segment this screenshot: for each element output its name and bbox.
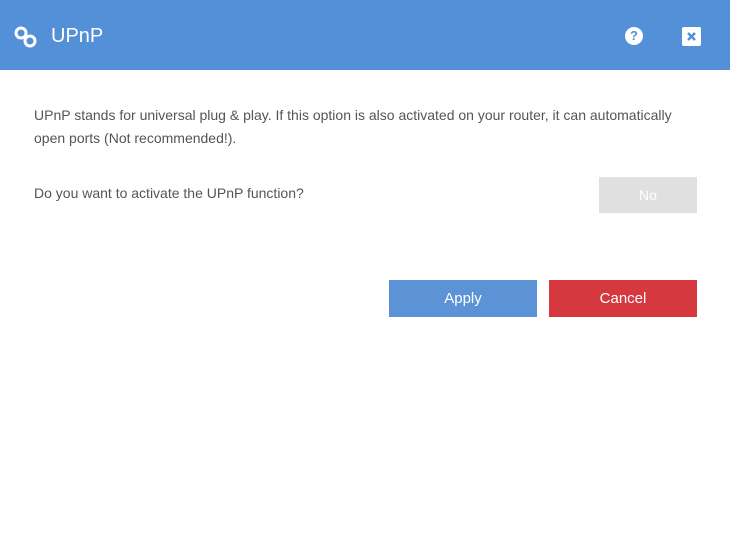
close-icon-glyph — [687, 32, 696, 41]
dialog-title: UPnP — [51, 25, 104, 47]
dialog-header: UPnP ? — [0, 0, 730, 70]
upnp-toggle-button[interactable]: No — [599, 177, 697, 213]
upnp-dialog: UPnP ? UPnP stands for universal plug & … — [0, 0, 730, 550]
activate-question-label: Do you want to activate the UPnP functio… — [34, 185, 304, 201]
upnp-description: UPnP stands for universal plug & play. I… — [34, 107, 672, 146]
close-icon[interactable] — [682, 27, 701, 46]
cancel-button[interactable]: Cancel — [549, 280, 697, 317]
link-icon — [14, 26, 37, 48]
apply-button[interactable]: Apply — [389, 280, 537, 317]
help-icon[interactable]: ? — [625, 27, 643, 45]
